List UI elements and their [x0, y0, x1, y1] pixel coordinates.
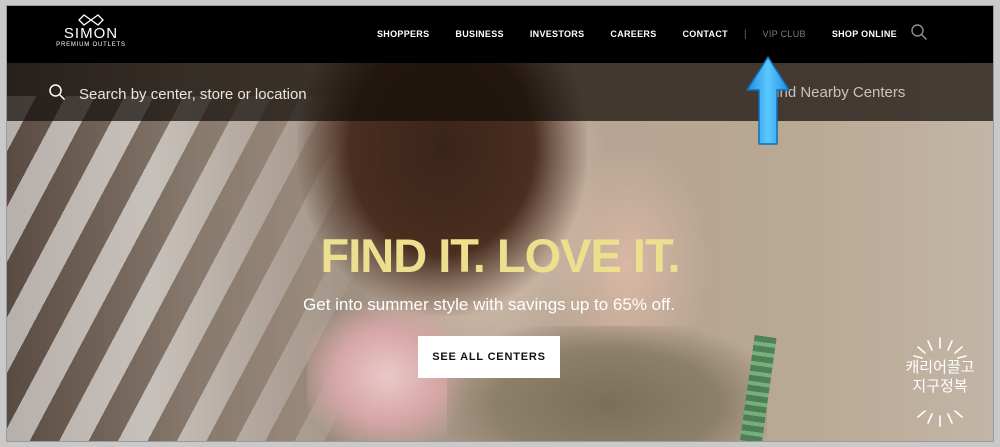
- nav-shoppers[interactable]: SHOPPERS: [377, 29, 429, 39]
- center-search-bar: Find Nearby Centers: [7, 63, 993, 121]
- search-icon: [49, 84, 66, 101]
- see-all-centers-button[interactable]: SEE ALL CENTERS: [418, 336, 560, 378]
- hero-subline: Get into summer style with savings up to…: [303, 295, 675, 314]
- watermark-text: 캐리어끌고 지구정복: [900, 358, 980, 396]
- center-search-input[interactable]: [77, 82, 441, 106]
- nav-investors[interactable]: INVESTORS: [530, 29, 585, 39]
- search-icon[interactable]: [910, 23, 928, 41]
- watermark-line-2: 지구정복: [912, 377, 968, 395]
- nav-vip-club[interactable]: VIP CLUB: [763, 29, 806, 39]
- nav-careers[interactable]: CAREERS: [610, 29, 656, 39]
- main-nav: SHOPPERS BUSINESS INVESTORS CAREERS CONT…: [377, 27, 923, 41]
- annotation-arrow-up-icon: [746, 56, 790, 145]
- nav-separator: |: [743, 28, 747, 40]
- logo-name: SIMON: [63, 25, 119, 42]
- nav-shop-online[interactable]: SHOP ONLINE: [832, 29, 897, 39]
- logo-subtitle: PREMIUM OUTLETS: [56, 42, 126, 48]
- nav-business[interactable]: BUSINESS: [455, 29, 503, 39]
- nav-contact[interactable]: CONTACT: [683, 29, 728, 39]
- hero-headline: FIND IT. LOVE IT.: [320, 229, 680, 282]
- browser-viewport: SIMON PREMIUM OUTLETS SHOPPERS BUSINESS …: [7, 6, 993, 441]
- simon-logo[interactable]: SIMON PREMIUM OUTLETS: [51, 14, 131, 58]
- watermark: 캐리어끌고 지구정복: [900, 336, 990, 428]
- top-navbar: SIMON PREMIUM OUTLETS SHOPPERS BUSINESS …: [7, 6, 993, 63]
- watermark-line-1: 캐리어끌고: [905, 358, 975, 376]
